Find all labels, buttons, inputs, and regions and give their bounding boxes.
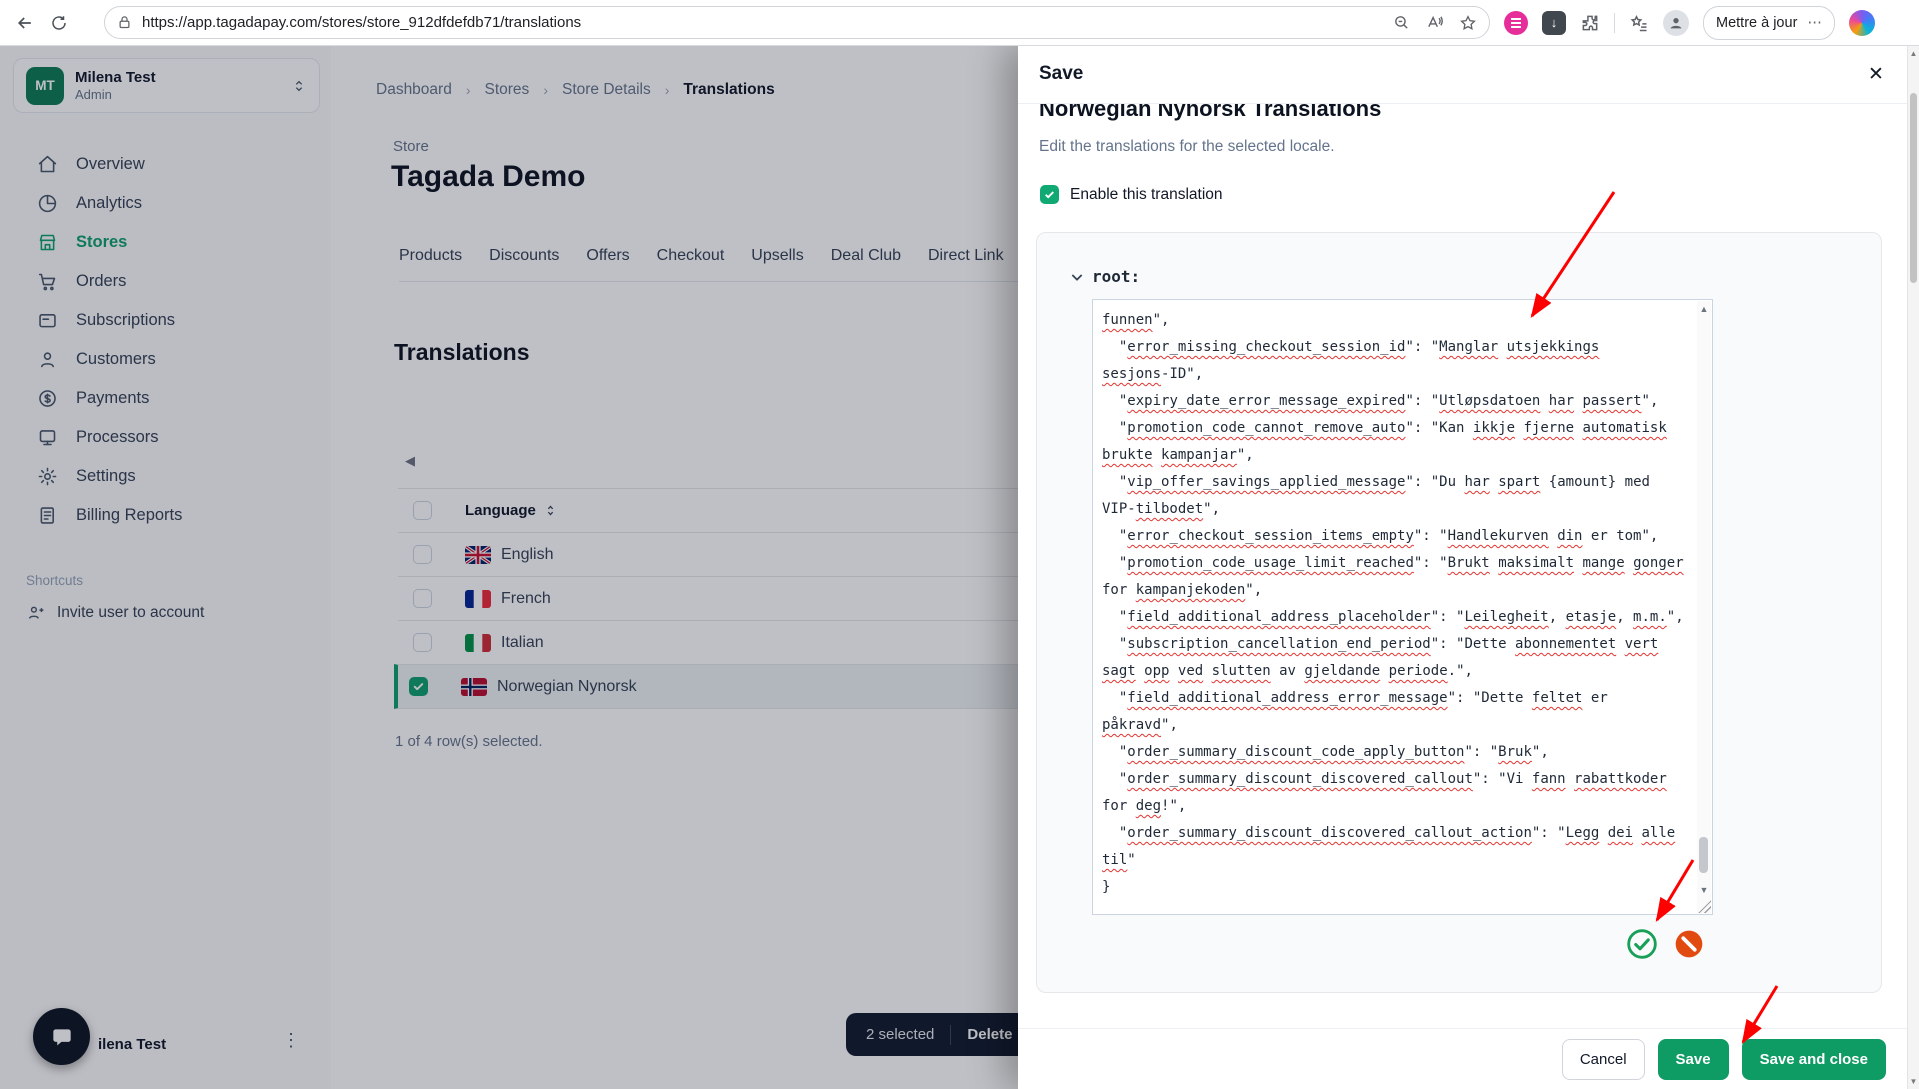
favorite-star-icon[interactable] [1459, 14, 1477, 32]
app-page: MT Milena Test Admin OverviewAnalyticsSt… [0, 45, 1919, 1089]
cancel-button[interactable]: Cancel [1562, 1039, 1645, 1080]
translations-drawer: Save ✕ Norwegian Nynorsk Translations Ed… [1018, 45, 1908, 1089]
extensions-puzzle-icon[interactable] [1580, 13, 1600, 33]
save-button[interactable]: Save [1658, 1039, 1729, 1080]
code-line: funnen", [1102, 307, 1694, 334]
back-icon[interactable] [8, 6, 42, 40]
code-line: "order_summary_discount_discovered_callo… [1102, 820, 1694, 847]
code-line: "promotion_code_usage_limit_reached": "B… [1102, 550, 1694, 577]
drawer-footer: Cancel Save Save and close [1018, 1028, 1908, 1089]
code-line: "field_additional_address_placeholder": … [1102, 604, 1694, 631]
code-line: for deg!", [1102, 793, 1694, 820]
url-text[interactable]: https://app.tagadapay.com/stores/store_9… [142, 14, 1393, 31]
resize-grip-icon[interactable] [1698, 900, 1711, 913]
code-line: "order_summary_discount_code_apply_butto… [1102, 739, 1694, 766]
prohibited-icon [1673, 928, 1705, 960]
code-line: "field_additional_address_error_message"… [1102, 685, 1694, 712]
toolbar-divider [1614, 13, 1615, 33]
save-and-close-button[interactable]: Save and close [1742, 1039, 1886, 1080]
refresh-icon[interactable] [42, 6, 76, 40]
page-scroll-up-icon[interactable]: ▲ [1908, 47, 1919, 59]
validation-icons [1625, 927, 1705, 961]
valid-check-icon [1625, 927, 1659, 961]
code-line: for kampanjekoden", [1102, 577, 1694, 604]
translations-editor-card: root: funnen", "error_missing_checkout_s… [1036, 232, 1882, 993]
chevron-down-icon[interactable] [1069, 269, 1085, 285]
scroll-up-icon[interactable]: ▲ [1697, 302, 1711, 316]
screen: https://app.tagadapay.com/stores/store_9… [0, 0, 1919, 1089]
pink-extension-icon[interactable] [1504, 11, 1528, 35]
code-line: "expiry_date_error_message_expired": "Ut… [1102, 388, 1694, 415]
download-extension-icon[interactable]: ↓ [1542, 11, 1566, 35]
drawer-subtitle: Edit the translations for the selected l… [1039, 138, 1335, 156]
code-line: "vip_offer_savings_applied_message": "Du… [1102, 469, 1694, 496]
drawer-sticky-header: Save ✕ [1018, 45, 1908, 104]
read-aloud-icon[interactable] [1426, 14, 1443, 31]
code-line: "error_checkout_session_items_empty": "H… [1102, 523, 1694, 550]
enable-translation-checkbox[interactable] [1040, 185, 1059, 204]
scroll-down-icon[interactable]: ▼ [1697, 883, 1711, 897]
code-line: } [1102, 874, 1694, 901]
code-line: "subscription_cancellation_end_period": … [1102, 631, 1694, 658]
code-line: påkravd", [1102, 712, 1694, 739]
drawer-header-title: Save [1039, 63, 1083, 85]
enable-translation-row: Enable this translation [1040, 185, 1223, 204]
json-root-node[interactable]: root: [1069, 267, 1140, 286]
lock-icon [117, 15, 132, 30]
collections-icon[interactable] [1629, 13, 1649, 33]
page-scrollbar-thumb[interactable] [1910, 93, 1917, 283]
code-line: "error_missing_checkout_session_id": "Ma… [1102, 334, 1694, 361]
drawer-title-clipped: Norwegian Nynorsk Translations [1039, 103, 1639, 128]
enable-translation-label: Enable this translation [1070, 186, 1223, 204]
update-label: Mettre à jour [1716, 15, 1797, 31]
code-line: sagt opp ved slutten av gjeldande period… [1102, 658, 1694, 685]
address-bar[interactable]: https://app.tagadapay.com/stores/store_9… [104, 6, 1490, 39]
zoom-out-icon[interactable] [1393, 14, 1410, 31]
editor-scrollbar-thumb[interactable] [1699, 837, 1708, 873]
copilot-icon[interactable] [1849, 10, 1875, 36]
code-line: brukte kampanjar", [1102, 442, 1694, 469]
json-textarea[interactable]: funnen", "error_missing_checkout_session… [1092, 299, 1713, 915]
browser-profile-avatar[interactable] [1663, 10, 1689, 36]
root-label: root: [1092, 267, 1140, 286]
code-line: sesjons-ID", [1102, 361, 1694, 388]
code-line: til" [1102, 847, 1694, 874]
code-line: "order_summary_discount_discovered_callo… [1102, 766, 1694, 793]
code-line: VIP-tilbodet", [1102, 496, 1694, 523]
page-scroll-down-icon[interactable]: ▼ [1908, 1075, 1919, 1087]
code-line: "promotion_code_cannot_remove_auto": "Ka… [1102, 415, 1694, 442]
browser-update-button[interactable]: Mettre à jour ⋯ [1703, 6, 1835, 40]
more-icon[interactable]: ⋯ [1807, 15, 1822, 31]
browser-toolbar: https://app.tagadapay.com/stores/store_9… [0, 0, 1919, 46]
editor-scrollbar[interactable]: ▲ ▼ [1697, 301, 1711, 913]
page-scrollbar[interactable]: ▲ ▼ [1907, 45, 1919, 1089]
close-icon[interactable]: ✕ [1864, 62, 1888, 86]
code-editor-content: funnen", "error_missing_checkout_session… [1102, 307, 1694, 901]
